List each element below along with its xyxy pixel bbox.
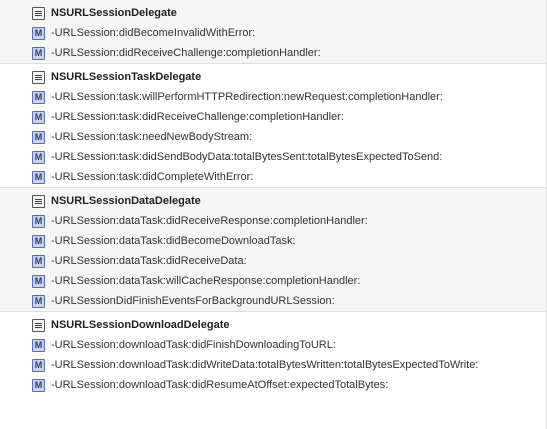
method-label: -URLSession:dataTask:didBecomeDownloadTa… — [51, 235, 296, 247]
method-label: -URLSession:downloadTask:didFinishDownlo… — [51, 339, 336, 351]
method-label: -URLSession:task:didCompleteWithError: — [51, 171, 254, 183]
document-icon — [32, 70, 45, 84]
method-icon-glyph: M — [34, 339, 43, 350]
method-icon-glyph: M — [34, 359, 43, 370]
group-header-row[interactable]: NSURLSessionDownloadDelegate — [0, 315, 546, 335]
method-row[interactable]: M -URLSession:dataTask:willCacheResponse:… — [0, 271, 546, 291]
method-row[interactable]: M -URLSession:downloadTask:didFinishDownl… — [0, 335, 546, 355]
method-row[interactable]: M -URLSession:downloadTask:didWriteData:t… — [0, 355, 546, 375]
method-icon-glyph: M — [34, 215, 43, 226]
method-label: -URLSession:dataTask:didReceiveData: — [51, 255, 247, 267]
method-icon: M — [32, 170, 45, 184]
method-row[interactable]: M -URLSession:task:didSendBodyData:totalB… — [0, 147, 546, 167]
method-label: -URLSessionDidFinishEventsForBackgroundU… — [51, 295, 335, 307]
method-row[interactable]: M -URLSession:dataTask:didReceiveData: — [0, 251, 546, 271]
method-row[interactable]: M -URLSession:dataTask:didReceiveResponse… — [0, 211, 546, 231]
symbol-group: NSURLSessionDataDelegate M -URLSession:dat… — [0, 187, 546, 311]
method-icon: M — [32, 150, 45, 164]
group-title: NSURLSessionDownloadDelegate — [51, 319, 230, 331]
method-icon-glyph: M — [34, 275, 43, 286]
method-label: -URLSession:downloadTask:didResumeAtOffs… — [51, 379, 389, 391]
document-icon — [32, 194, 45, 208]
method-icon-glyph: M — [34, 235, 43, 246]
method-row[interactable]: M -URLSession:didBecomeInvalidWithError: — [0, 23, 546, 43]
method-label: -URLSession:task:didReceiveChallenge:com… — [51, 111, 344, 123]
method-row[interactable]: M -URLSession:dataTask:didBecomeDownloadT… — [0, 231, 546, 251]
method-icon: M — [32, 214, 45, 228]
method-icon: M — [32, 294, 45, 308]
method-icon: M — [32, 26, 45, 40]
symbol-group: NSURLSessionDownloadDelegate M -URLSession… — [0, 311, 546, 395]
method-icon-glyph: M — [34, 91, 43, 102]
method-row[interactable]: M -URLSession:task:didCompleteWithError: — [0, 167, 546, 187]
method-icon: M — [32, 254, 45, 268]
method-label: -URLSession:didReceiveChallenge:completi… — [51, 47, 321, 59]
method-icon: M — [32, 274, 45, 288]
method-row[interactable]: M -URLSession:task:willPerformHTTPRedirec… — [0, 87, 546, 107]
method-icon-glyph: M — [34, 151, 43, 162]
method-icon-glyph: M — [34, 131, 43, 142]
method-label: -URLSession:downloadTask:didWriteData:to… — [51, 359, 479, 371]
method-icon: M — [32, 358, 45, 372]
method-row[interactable]: M -URLSession:downloadTask:didResumeAtOff… — [0, 375, 546, 395]
method-icon: M — [32, 110, 45, 124]
method-icon-glyph: M — [34, 379, 43, 390]
group-title: NSURLSessionDelegate — [51, 7, 177, 19]
group-title: NSURLSessionDataDelegate — [51, 195, 201, 207]
method-icon-glyph: M — [34, 171, 43, 182]
method-icon: M — [32, 46, 45, 60]
group-header-row[interactable]: NSURLSessionTaskDelegate — [0, 67, 546, 87]
method-icon-glyph: M — [34, 47, 43, 58]
method-label: -URLSession:dataTask:willCacheResponse:c… — [51, 275, 361, 287]
method-icon-glyph: M — [34, 27, 43, 38]
method-row[interactable]: M -URLSessionDidFinishEventsForBackground… — [0, 291, 546, 311]
document-icon — [32, 318, 45, 332]
method-label: -URLSession:task:needNewBodyStream: — [51, 131, 253, 143]
method-row[interactable]: M -URLSession:didReceiveChallenge:complet… — [0, 43, 546, 63]
method-label: -URLSession:didBecomeInvalidWithError: — [51, 27, 256, 39]
method-row[interactable]: M -URLSession:task:didReceiveChallenge:co… — [0, 107, 546, 127]
method-label: -URLSession:task:didSendBodyData:totalBy… — [51, 151, 443, 163]
symbol-navigator: NSURLSessionDelegate M -URLSession:didBeco… — [0, 0, 547, 429]
method-label: -URLSession:dataTask:didReceiveResponse:… — [51, 215, 368, 227]
method-icon: M — [32, 234, 45, 248]
method-icon: M — [32, 130, 45, 144]
method-icon: M — [32, 90, 45, 104]
group-title: NSURLSessionTaskDelegate — [51, 71, 202, 83]
group-header-row[interactable]: NSURLSessionDelegate — [0, 3, 546, 23]
method-icon-glyph: M — [34, 111, 43, 122]
group-header-row[interactable]: NSURLSessionDataDelegate — [0, 191, 546, 211]
method-icon-glyph: M — [34, 255, 43, 266]
method-row[interactable]: M -URLSession:task:needNewBodyStream: — [0, 127, 546, 147]
symbol-group: NSURLSessionDelegate M -URLSession:didBeco… — [0, 0, 546, 63]
document-icon — [32, 6, 45, 20]
method-icon: M — [32, 338, 45, 352]
method-label: -URLSession:task:willPerformHTTPRedirect… — [51, 91, 443, 103]
method-icon-glyph: M — [34, 295, 43, 306]
method-icon: M — [32, 378, 45, 392]
symbol-group: NSURLSessionTaskDelegate M -URLSession:tas… — [0, 63, 546, 187]
